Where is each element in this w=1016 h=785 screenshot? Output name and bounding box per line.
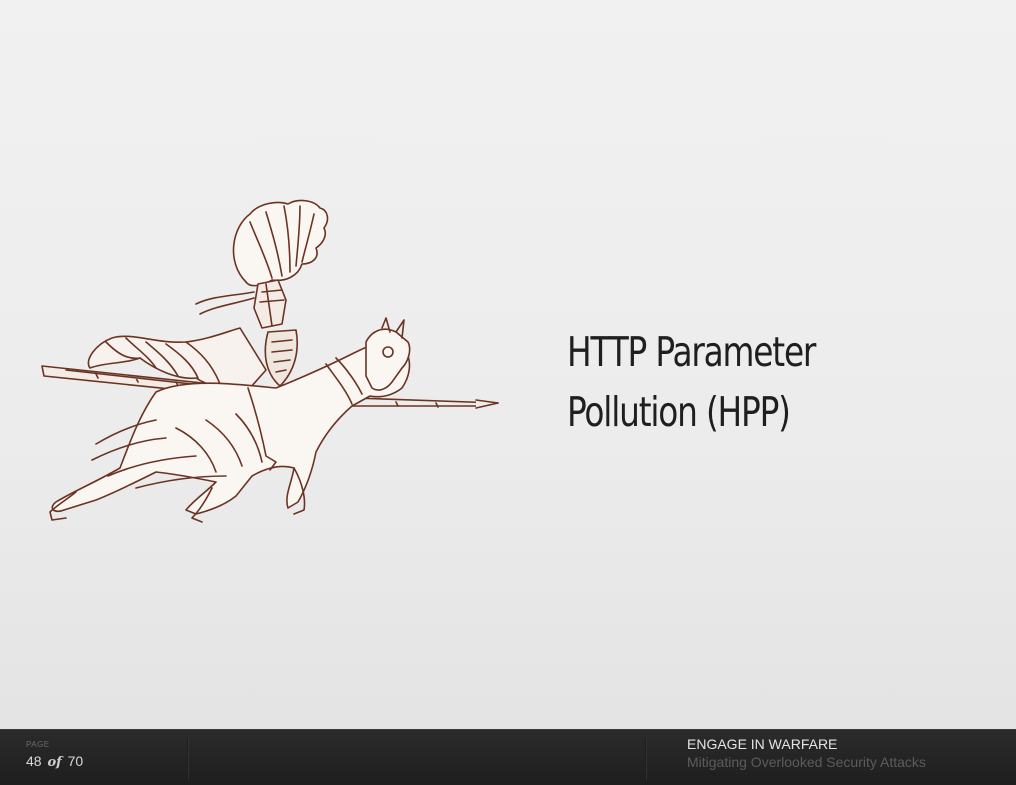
presentation-footer: PAGE 48 of 70 ENGAGE IN WARFARE Mitigati… xyxy=(0,729,1016,785)
slide-title: HTTP Parameter Pollution (HPP) xyxy=(567,322,816,442)
page-of-label: of xyxy=(47,755,62,770)
slide-content: HTTP Parameter Pollution (HPP) xyxy=(0,0,1016,729)
slide-title-line-2: Pollution (HPP) xyxy=(567,388,791,436)
page-label: PAGE xyxy=(26,740,50,749)
footer-divider xyxy=(645,738,647,780)
current-page-number: 48 xyxy=(26,753,42,769)
page-indicator: 48 of 70 xyxy=(26,753,83,770)
total-pages-number: 70 xyxy=(67,753,84,769)
deck-subtitle: Mitigating Overlooked Security Attacks xyxy=(687,754,926,770)
jousting-knight-icon xyxy=(41,199,499,523)
deck-title: ENGAGE IN WARFARE xyxy=(687,736,838,752)
footer-divider xyxy=(187,738,189,780)
slide-title-line-1: HTTP Parameter xyxy=(567,328,816,376)
